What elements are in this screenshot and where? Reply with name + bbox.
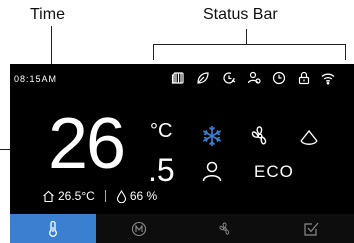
- status-bar-callout-stem: [246, 29, 247, 44]
- filter-icon: [171, 71, 185, 85]
- set-temperature-decimal: .5: [148, 152, 175, 188]
- side-callout-line: [0, 149, 10, 150]
- snowflake-icon[interactable]: [200, 124, 224, 148]
- user-mode-icon: [247, 71, 261, 85]
- swing-icon[interactable]: [297, 124, 321, 148]
- time-callout-line: [51, 26, 52, 64]
- timer-icon: [222, 71, 236, 85]
- thermostat-screen: 08:15AM 26 °C .5 26.5°C 66 % ECO: [10, 64, 354, 243]
- status-bar-callout-bracket: [153, 44, 346, 45]
- temperature-unit: °C: [150, 120, 173, 142]
- house-icon: [42, 190, 55, 203]
- humidity-drop-icon: [116, 189, 127, 203]
- indoor-temperature: 26.5°C: [58, 189, 95, 203]
- nav-fan-tab[interactable]: [182, 214, 268, 243]
- status-bar-callout-label: Status Bar: [203, 6, 278, 23]
- child-lock-icon: [297, 71, 311, 85]
- indoor-readings: 26.5°C 66 %: [42, 188, 157, 204]
- status-bar-callout-right-tick: [345, 44, 346, 60]
- fan-icon: [219, 222, 230, 235]
- person-icon[interactable]: [200, 159, 224, 183]
- check-box-icon: [304, 222, 319, 236]
- bottom-nav: [10, 214, 354, 243]
- fan-icon[interactable]: [248, 124, 272, 148]
- thermometer-icon: [49, 220, 57, 237]
- sleep-leaf-icon: [196, 71, 210, 85]
- readings-divider: [104, 190, 106, 202]
- eco-mode-label[interactable]: ECO: [254, 162, 294, 182]
- nav-mode-tab[interactable]: [96, 214, 182, 243]
- time-callout-label: Time: [30, 6, 65, 23]
- set-temperature-integer: 26: [48, 104, 126, 184]
- nav-temperature-tab[interactable]: [10, 214, 96, 243]
- clock-icon: [272, 71, 286, 85]
- nav-settings-tab[interactable]: [268, 214, 354, 243]
- mode-m-icon: [131, 221, 147, 236]
- humidity-value: 66 %: [129, 189, 158, 203]
- wifi-icon: [321, 71, 335, 85]
- time-display: 08:15AM: [14, 74, 58, 84]
- status-bar-callout-left-tick: [153, 44, 154, 60]
